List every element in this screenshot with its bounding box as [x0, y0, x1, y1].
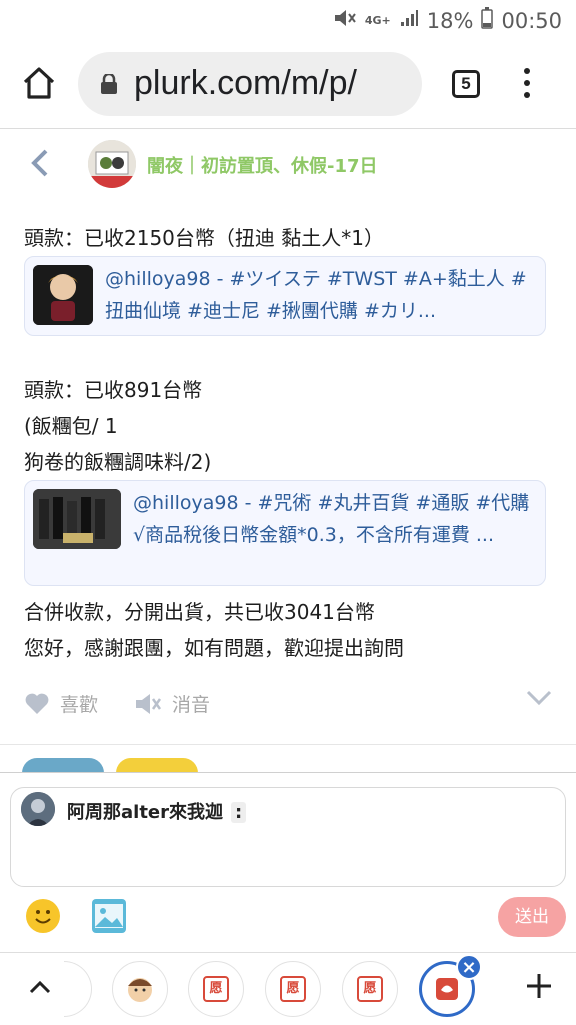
mute-label: 消音 [172, 694, 211, 716]
user-avatar [21, 792, 55, 826]
status-bar: 4G+ 18% 00:50 [0, 0, 576, 40]
card-thumbnail [33, 489, 121, 549]
mute-speaker-icon [136, 693, 162, 714]
close-icon[interactable]: × [456, 954, 482, 980]
reply-panel: 阿周那alter來我迦: 送出 [0, 772, 576, 953]
heart-icon [25, 693, 49, 714]
mute-button[interactable]: 消音 [134, 690, 210, 717]
battery-percent: 18% [426, 8, 474, 33]
lock-icon [100, 72, 118, 94]
back-chevron-icon[interactable] [28, 148, 52, 180]
content-line-6: 您好，感謝跟團，如有問題，歡迎提出詢問 [24, 636, 404, 660]
stamp-button[interactable]: 愿 [342, 961, 398, 1017]
chevron-up-icon[interactable] [26, 973, 54, 1001]
stamp-label: 愿 [203, 976, 229, 1002]
qualifier-selector[interactable]: : [231, 802, 247, 823]
network-label: 4G+ [364, 14, 391, 27]
home-icon[interactable] [20, 64, 58, 102]
reply-input[interactable]: 阿周那alter來我迦: [10, 787, 566, 887]
browser-toolbar: plurk.com/m/p/ 5 [0, 40, 576, 129]
post-title[interactable]: 闇夜｜初訪置頂、休假-17日 [147, 152, 378, 178]
post-actions: 喜歡 消音 [24, 690, 552, 726]
post-content-2: 頭款：已收891台幣 (飯糰包/ 1 狗卷的飯糰調味料/2) [24, 372, 552, 480]
address-bar[interactable]: plurk.com/m/p/ [78, 52, 422, 116]
card-thumbnail [33, 265, 93, 325]
link-preview-card-2[interactable]: @hilloya98 - #咒術 #丸井百貨 #通販 #代購 √商品稅後日幣金額… [24, 480, 546, 586]
card-2-text: @hilloya98 - #咒術 #丸井百貨 #通販 #代購 √商品稅後日幣金額… [133, 492, 530, 546]
like-button[interactable]: 喜歡 [24, 690, 98, 717]
send-button[interactable]: 送出 [498, 897, 566, 937]
card-1-text: @hilloya98 - #ツイステ #TWST #A+黏土人 # 扭曲仙境 #… [105, 268, 527, 322]
content-line-3: (飯糰包/ 1 [24, 414, 118, 438]
post-content-3: 合併收款，分開出貨，共已收3041台幣 您好，感謝跟團，如有問題，歡迎提出詢問 [24, 594, 552, 666]
stamp-button[interactable]: 愿 [265, 961, 321, 1017]
stamp-label: 愿 [357, 976, 383, 1002]
signal-icon [399, 8, 419, 33]
reply-user-name: 阿周那alter來我迦: [67, 798, 247, 824]
battery-icon [481, 7, 494, 34]
content-line-4: 狗卷的飯糰調味料/2) [24, 450, 212, 474]
tab-switcher-button[interactable]: 5 [452, 70, 480, 98]
plus-icon[interactable] [522, 969, 556, 1003]
stamp-label: 愿 [280, 976, 306, 1002]
friend-avatar-button[interactable] [112, 961, 168, 1017]
url-text: plurk.com/m/p/ [134, 64, 357, 102]
emoji-icon[interactable] [26, 899, 60, 933]
divider [0, 744, 576, 745]
reply-user-name-text: 阿周那alter來我迦 [67, 802, 224, 823]
mute-icon [333, 7, 357, 34]
stamp-button[interactable]: 愿 [188, 961, 244, 1017]
owner-avatar[interactable] [88, 140, 136, 188]
content-line-2: 頭款：已收891台幣 [24, 378, 203, 402]
content-line-5: 合併收款，分開出貨，共已收3041台幣 [24, 600, 375, 624]
content-line-1: 頭款：已收2150台幣（扭迪 黏土人*1） [24, 226, 384, 250]
overflow-menu-icon[interactable] [522, 68, 532, 102]
scroll-item-partial[interactable] [64, 961, 92, 1017]
status-icons: 4G+ 18% 00:50 [333, 7, 562, 34]
like-label: 喜歡 [60, 694, 99, 716]
post-header: 闇夜｜初訪置頂、休假-17日 [0, 130, 576, 198]
clock: 00:50 [501, 8, 562, 33]
image-upload-icon[interactable] [92, 899, 126, 933]
link-preview-card-1[interactable]: @hilloya98 - #ツイステ #TWST #A+黏土人 # 扭曲仙境 #… [24, 256, 546, 336]
bottom-bar: 愿 愿 愿 [0, 952, 576, 1025]
post-content: 頭款：已收2150台幣（扭迪 黏土人*1） [24, 220, 552, 256]
expand-chevron-icon[interactable] [526, 690, 552, 706]
